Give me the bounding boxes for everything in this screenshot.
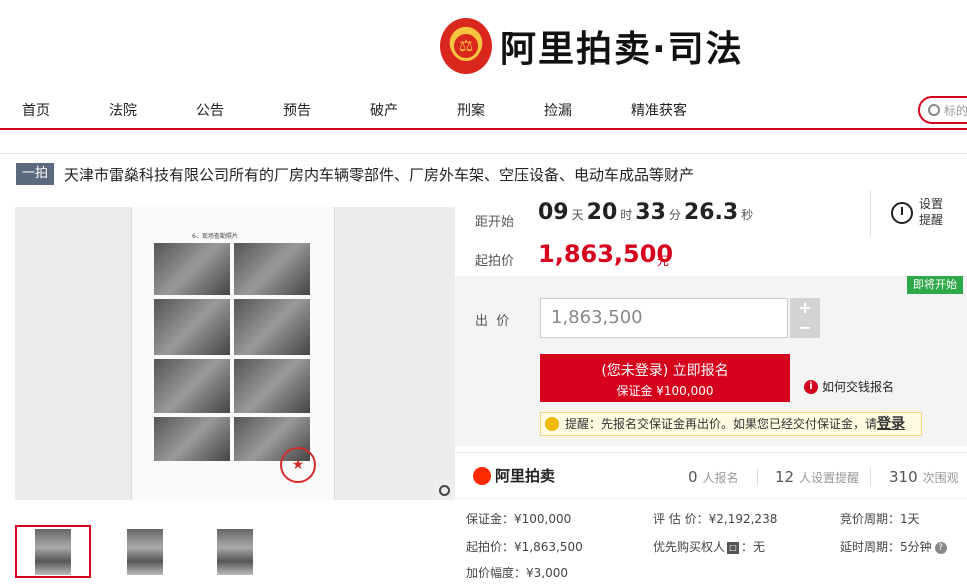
official-seal-icon: ★ (280, 447, 316, 483)
zoom-icon[interactable] (433, 480, 455, 500)
signup-deposit: 保证金 ¥100,000 (616, 384, 714, 398)
countdown-hours: 20 (586, 200, 618, 225)
nav-bargains[interactable]: 捡漏 (544, 100, 572, 120)
login-link[interactable]: 登录 (877, 413, 905, 435)
lightbulb-icon (545, 417, 559, 431)
photo-7 (154, 417, 230, 461)
reminder-count-unit: 人设置提醒 (799, 471, 860, 485)
item-title: 天津市雷燊科技有限公司所有的厂房内车辆零部件、厂房外车架、空压设备、电动车成品等… (64, 166, 695, 184)
signup-button[interactable]: (您未登录) 立即报名 保证金 ¥100,000 (540, 354, 790, 402)
site-logo[interactable]: ⚖ 阿里拍卖·司法 (440, 16, 744, 76)
countdown-seconds: 26.3 (683, 200, 739, 225)
reminder-count-value: 12 (775, 468, 795, 486)
status-badge: 即将开始 (907, 276, 963, 294)
priority-buyer-info: 优先购买权人 □ ：无 (653, 538, 765, 555)
how-to-pay-label: 如何交钱报名 (822, 380, 895, 394)
thumbnail-3[interactable] (197, 525, 273, 578)
stat-divider (870, 468, 871, 486)
delay-period-text: 延时周期：5分钟 (840, 540, 932, 554)
photo-1 (154, 243, 230, 295)
increment-info: 加价幅度：¥3,000 (466, 566, 568, 580)
bid-period-info: 竞价周期：1天 (840, 512, 920, 526)
start-price-value: 1,863,500 (538, 240, 674, 268)
increase-bid-button[interactable]: + (790, 298, 820, 318)
photo-2 (234, 243, 310, 295)
auction-round-tag: 一拍 (16, 163, 54, 185)
photo-5 (154, 359, 230, 413)
signup-count-value: 0 (688, 468, 698, 486)
countdown-hours-unit: 时 (620, 208, 633, 222)
nav-precise-leads[interactable]: 精准获客 (631, 100, 687, 120)
nav-previews[interactable]: 预告 (283, 100, 311, 120)
countdown-minutes-unit: 分 (668, 208, 681, 222)
deposit-info: 保证金：¥100,000 (466, 512, 572, 526)
stats-divider (455, 498, 967, 499)
photo-3 (154, 299, 230, 355)
view-count-value: 310 (889, 468, 918, 486)
item-title-bar: 一拍 天津市雷燊科技有限公司所有的厂房内车辆零部件、厂房外车架、空压设备、电动车… (0, 153, 967, 197)
ali-auction-logo-text: 阿里拍卖 (495, 467, 556, 485)
nav-bankruptcy[interactable]: 破产 (370, 100, 398, 120)
stat-divider (757, 468, 758, 486)
search-input[interactable]: 标的 (918, 96, 967, 124)
nav-home[interactable]: 首页 (22, 100, 50, 120)
photo-4 (234, 299, 310, 355)
photo-6 (234, 359, 310, 413)
nav-criminal[interactable]: 刑案 (457, 100, 485, 120)
thumbnail-2[interactable] (107, 525, 183, 578)
view-count-unit: 次围观 (922, 471, 959, 485)
login-tip: 提醒：先报名交保证金再出价。如果您已经交付保证金，请 登录 (540, 412, 922, 436)
countdown-timer: 09 天 20 时 33 分 26.3 秒 (538, 200, 756, 225)
start-price-info: 起拍价：¥1,863,500 (466, 540, 583, 554)
reminder-count: 12 人设置提醒 (775, 468, 859, 486)
start-price-label: 起拍价 (475, 254, 515, 269)
logo-text: 阿里拍卖·司法 (500, 29, 744, 70)
nav-divider (0, 128, 967, 130)
appraisal-info: 评 估 价：¥2,192,238 (653, 512, 778, 526)
nav-courts[interactable]: 法院 (109, 100, 137, 120)
main-image[interactable]: 6、现场查勘照片 ★ (15, 207, 455, 500)
thumbnail-1[interactable] (15, 525, 91, 578)
ali-auction-logo: 阿里拍卖 (473, 465, 555, 486)
set-reminder-button[interactable]: 设置提醒 (870, 190, 967, 236)
priority-buyer-label: 优先购买权人 (653, 540, 726, 554)
countdown-days-unit: 天 (571, 208, 584, 222)
doc-header: 6、现场查勘照片 (192, 233, 238, 240)
countdown-seconds-unit: 秒 (741, 208, 754, 222)
start-price-unit: 元 (657, 254, 670, 268)
court-emblem-icon: ⚖ (440, 18, 492, 74)
bid-label: 出 价 (475, 314, 510, 329)
nav-announcements[interactable]: 公告 (196, 100, 224, 120)
delay-period-info: 延时周期：5分钟? (840, 538, 947, 555)
countdown-days: 09 (538, 200, 569, 225)
decrease-bid-button[interactable]: − (790, 318, 820, 338)
signup-count: 0 人报名 (688, 468, 739, 486)
priority-icon: □ (727, 541, 740, 554)
countdown-minutes: 33 (635, 200, 666, 225)
view-count: 310 次围观 (889, 468, 959, 486)
search-placeholder: 标的 (944, 103, 967, 118)
main-nav: 首页 法院 公告 预告 破产 刑案 捡漏 精准获客 (0, 96, 967, 126)
document-scan: 6、现场查勘照片 ★ (131, 207, 335, 500)
tip-text: 提醒：先报名交保证金再出价。如果您已经交付保证金，请 (565, 417, 878, 431)
help-icon[interactable]: ? (934, 541, 947, 554)
search-icon (928, 104, 940, 116)
alarm-clock-icon (891, 202, 913, 224)
priority-buyer-value: ：无 (741, 540, 766, 554)
signup-label: (您未登录) 立即报名 (601, 363, 729, 379)
how-to-pay-link[interactable]: i 如何交钱报名 (804, 378, 894, 395)
info-icon: i (804, 379, 818, 394)
bid-amount-input[interactable]: 1,863,500 (540, 298, 788, 338)
ali-auction-icon (473, 466, 491, 485)
signup-count-unit: 人报名 (702, 471, 739, 485)
reminder-label: 设置提醒 (919, 197, 944, 227)
countdown-label: 距开始 (475, 215, 515, 230)
